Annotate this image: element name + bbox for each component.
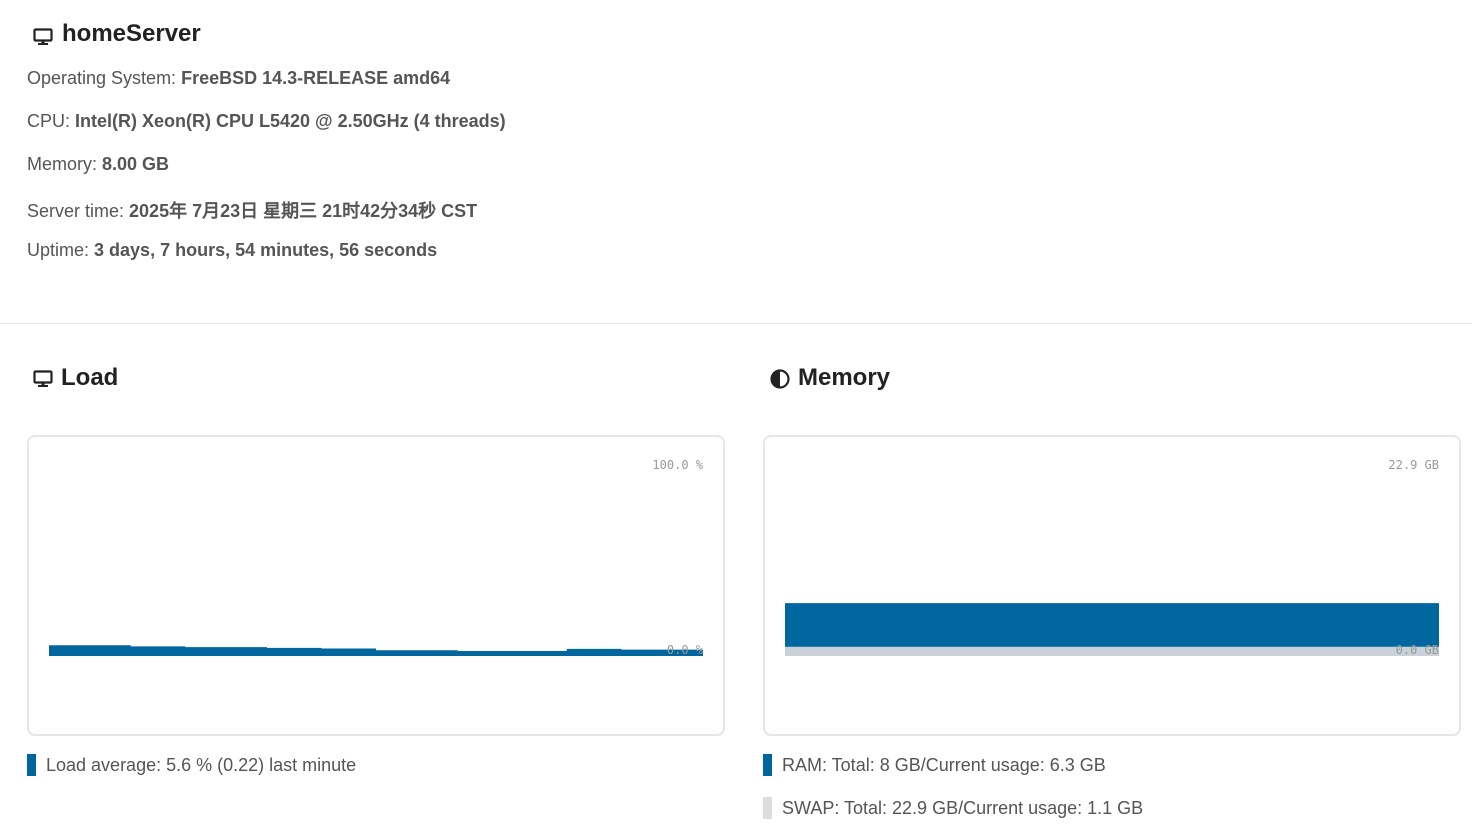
load-legend-text: Load average: 5.6 % (0.22) last minute	[46, 754, 357, 775]
os-label: Operating System:	[27, 68, 182, 88]
load-y-min-label: 0.0 %	[667, 643, 704, 657]
memory-title: Memory	[798, 364, 891, 391]
memory-info: Memory: 8.00 GB	[27, 154, 169, 175]
load-y-max-label: 100.0 %	[652, 458, 703, 472]
load-section-title: Load	[33, 364, 118, 392]
memory-series-1-area	[785, 646, 1439, 656]
memory-chart: 22.9 GB 0.0 GB	[763, 435, 1461, 736]
memory-y-max-label: 22.9 GB	[1388, 458, 1439, 472]
os-value: FreeBSD 14.3-RELEASE amd64	[181, 68, 451, 88]
server-time-value: 2025年 7月23日 星期三 21时42分34秒 CST	[129, 201, 478, 221]
ram-legend-swatch	[763, 754, 772, 776]
half-circle-icon	[770, 368, 790, 389]
load-chart-svg: 100.0 % 0.0 %	[49, 458, 704, 657]
uptime-value: 3 days, 7 hours, 54 minutes, 56 seconds	[94, 240, 438, 260]
os-info: Operating System: FreeBSD 14.3-RELEASE a…	[27, 68, 450, 89]
swap-legend-swatch	[763, 797, 772, 819]
host-name: homeServer	[62, 20, 201, 47]
memory-section-title: Memory	[770, 364, 890, 392]
monitor-icon	[33, 25, 53, 45]
load-series-0-area	[49, 645, 703, 656]
memory-label: Memory:	[27, 154, 103, 174]
load-title: Load	[61, 364, 119, 391]
load-chart: 100.0 % 0.0 %	[27, 435, 725, 736]
memory-y-min-label: 0.0 GB	[1396, 643, 1439, 657]
swap-legend-text: SWAP: Total: 22.9 GB/Current usage: 1.1 …	[782, 797, 1144, 818]
server-time-label: Server time:	[27, 201, 130, 221]
load-legend: Load average: 5.6 % (0.22) last minute	[27, 754, 356, 776]
section-divider	[0, 323, 1472, 324]
server-info-section: homeServer Operating System: FreeBSD 14.…	[0, 0, 1472, 324]
ram-legend-text: RAM: Total: 8 GB/Current usage: 6.3 GB	[782, 754, 1106, 775]
cpu-value: Intel(R) Xeon(R) CPU L5420 @ 2.50GHz (4 …	[75, 111, 506, 131]
cpu-label: CPU:	[27, 111, 76, 131]
monitor-icon	[33, 368, 53, 388]
uptime-label: Uptime:	[27, 240, 95, 260]
cpu-info: CPU: Intel(R) Xeon(R) CPU L5420 @ 2.50GH…	[27, 111, 506, 132]
memory-value: 8.00 GB	[102, 154, 170, 174]
host-title: homeServer	[33, 20, 201, 48]
load-legend-swatch	[27, 754, 36, 776]
uptime-info: Uptime: 3 days, 7 hours, 54 minutes, 56 …	[27, 240, 437, 261]
memory-chart-svg: 22.9 GB 0.0 GB	[785, 458, 1439, 657]
ram-legend: RAM: Total: 8 GB/Current usage: 6.3 GB	[763, 754, 1106, 776]
server-time-info: Server time: 2025年 7月23日 星期三 21时42分34秒 C…	[27, 197, 477, 223]
swap-legend: SWAP: Total: 22.9 GB/Current usage: 1.1 …	[763, 797, 1143, 819]
